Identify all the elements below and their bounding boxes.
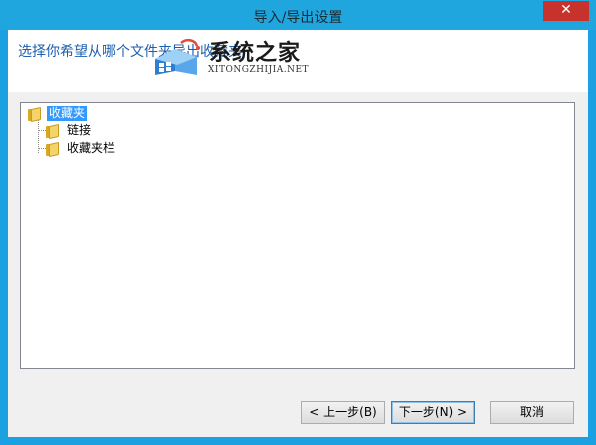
tree-item-links[interactable]: 链接 — [45, 122, 93, 139]
next-button[interactable]: 下一步(N) > — [391, 401, 475, 424]
tree-item-label: 收藏夹 — [47, 106, 88, 121]
folder-tree[interactable]: 收藏夹 链接 收藏夹栏 — [20, 102, 575, 369]
watermark-text-cn: 系统之家 — [209, 41, 302, 66]
tree-item-favorites-bar[interactable]: 收藏夹栏 — [45, 140, 117, 157]
tree-item-label: 链接 — [67, 123, 92, 137]
header-area: 选择你希望从哪个文件夹导出收藏夹 系统之家 XITONGZHIJIA.NET — [8, 30, 588, 92]
dialog-window: 导入/导出设置 ✕ 选择你希望从哪个文件夹导出收藏夹 系统之家 XITONGZH… — [0, 0, 596, 445]
close-button[interactable]: ✕ — [543, 1, 589, 21]
tree-item-label: 收藏夹栏 — [67, 141, 116, 155]
folder-icon — [27, 106, 43, 122]
cancel-button[interactable]: 取消 — [490, 401, 574, 424]
watermark-text-en: XITONGZHIJIA.NET — [208, 65, 310, 75]
close-icon: ✕ — [560, 2, 572, 18]
title-bar[interactable]: 导入/导出设置 ✕ — [0, 0, 596, 30]
tree-item-favorites[interactable]: 收藏夹 — [27, 105, 88, 122]
watermark-logo-icon — [155, 38, 200, 75]
watermark: 系统之家 XITONGZHIJIA.NET — [151, 35, 351, 83]
folder-icon — [45, 123, 61, 139]
dialog-body: 选择你希望从哪个文件夹导出收藏夹 系统之家 XITONGZHIJIA.NET 收… — [8, 30, 588, 437]
back-button[interactable]: < 上一步(B) — [301, 401, 385, 424]
folder-icon — [45, 141, 61, 157]
window-title: 导入/导出设置 — [253, 10, 343, 26]
